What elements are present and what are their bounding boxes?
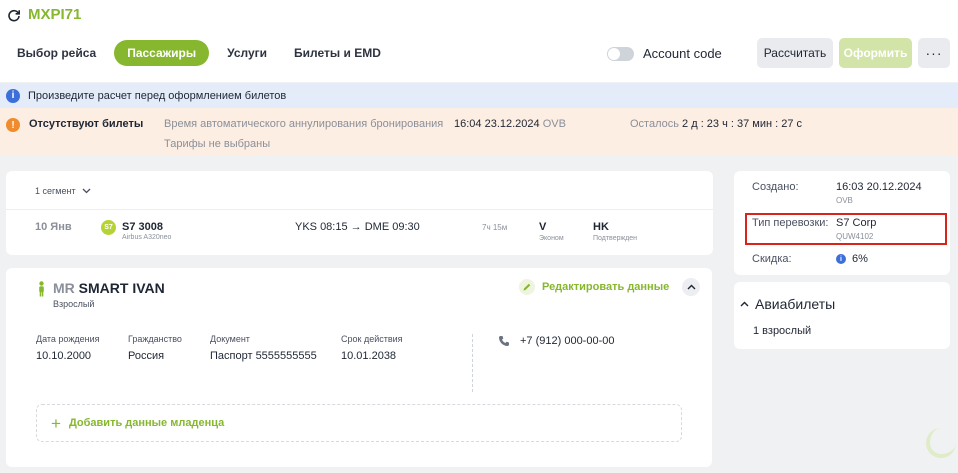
field-document: Документ Паспорт 5555555555 [210, 334, 317, 362]
segment-card: 1 сегмент 10 Янв S7 S7 3008 Airbus A320n… [6, 171, 713, 255]
discount-label: Скидка: [752, 253, 792, 265]
account-code-toggle-group: Account code [607, 46, 722, 61]
tab-flight-selection[interactable]: Выбор рейса [8, 40, 105, 66]
airline-logo: S7 [101, 220, 116, 235]
tickets-header[interactable]: Авиабилеты [740, 296, 835, 312]
refresh-icon[interactable] [6, 7, 22, 23]
vertical-divider [472, 334, 473, 392]
document-value: Паспорт 5555555555 [210, 350, 317, 362]
carriage-type-highlight [745, 213, 947, 245]
booking-class-name: Эконом [539, 235, 564, 242]
expiry-value: 10.01.2038 [341, 350, 397, 362]
time-remaining: Осталось 2 д : 23 ч : 37 мин : 27 с [630, 118, 802, 130]
birth-date-value: 10.10.2000 [36, 350, 92, 362]
aircraft-type: Airbus A320neo [122, 234, 172, 241]
citizenship-value: Россия [128, 350, 165, 362]
plus-icon: + [51, 413, 61, 433]
chevron-down-icon [82, 188, 91, 194]
tab-tickets-emd[interactable]: Билеты и EMD [285, 40, 390, 66]
info-banner-text: Произведите расчет перед оформлением бил… [28, 89, 287, 102]
tariffs-note: Тарифы не выбраны [164, 138, 271, 150]
tabs: Выбор рейса Пассажиры Услуги Билеты и EM… [8, 40, 399, 66]
passenger-full-name: SMART IVAN [78, 280, 165, 296]
segment-count-toggle[interactable]: 1 сегмент [35, 186, 91, 196]
passenger-phone: +7 (912) 000-00-00 [498, 335, 614, 347]
top-bar: MXPI71 Выбор рейса Пассажиры Услуги Биле… [0, 0, 958, 82]
info-banner: i Произведите расчет перед оформлением б… [0, 83, 958, 108]
calculate-button[interactable]: Рассчитать [757, 38, 833, 68]
citizenship-label: Гражданство [128, 334, 182, 344]
add-infant-button[interactable]: + Добавить данные младенца [36, 404, 682, 442]
route-to: DME 09:30 [364, 221, 420, 233]
info-icon: i [836, 254, 846, 265]
created-label: Создано: [752, 181, 799, 193]
account-code-label: Account code [643, 46, 722, 61]
tickets-summary: 1 взрослый [753, 325, 812, 337]
tab-services[interactable]: Услуги [218, 40, 276, 66]
route: YKS 08:15 → DME 09:30 [295, 221, 420, 233]
chevron-up-icon [740, 301, 749, 307]
created-city: OVB [836, 196, 853, 205]
time-remaining-label: Осталось [630, 118, 679, 130]
field-birth-date: Дата рождения 10.10.2000 [36, 334, 100, 362]
discount-percent: 6% [852, 253, 868, 265]
arrow-right-icon: → [350, 221, 362, 233]
auto-cancel-city: OVB [542, 118, 566, 130]
created-value: 16:03 20.12.2024 [836, 181, 922, 193]
account-code-toggle[interactable] [607, 46, 634, 61]
edit-data-label: Редактировать данные [542, 281, 670, 293]
more-options-button[interactable]: ··· [918, 38, 950, 68]
warning-icon: ! [6, 118, 20, 132]
passenger-title: MR [53, 280, 75, 296]
discount-value: i 6% [836, 253, 868, 265]
tickets-title: Авиабилеты [755, 296, 836, 312]
edit-data-button[interactable]: Редактировать данные [519, 279, 669, 295]
booking-class-code: V [539, 221, 547, 233]
document-label: Документ [210, 334, 250, 344]
segment-divider [6, 209, 713, 210]
warning-title: Отсутствуют билеты [29, 118, 144, 130]
add-infant-label: Добавить данные младенца [68, 417, 225, 429]
info-icon: i [6, 88, 20, 103]
birth-date-label: Дата рождения [36, 334, 100, 344]
chevron-up-icon [687, 284, 695, 290]
auto-cancel-time-value: 16:04 23.12.2024 [454, 118, 540, 130]
auto-cancel-label: Время автоматического аннулирования брон… [164, 118, 444, 130]
flight-duration: 7ч 15м [482, 223, 508, 232]
pencil-icon [519, 279, 535, 295]
auto-cancel-time: 16:04 23.12.2024 OVB [454, 118, 566, 130]
booking-id: MXPI71 [6, 6, 81, 23]
segment-status-name: Подтвержден [593, 235, 638, 242]
collapse-button[interactable] [682, 278, 700, 296]
warning-banner: ! Отсутствуют билеты Время автоматическо… [0, 108, 958, 156]
passenger-name: MR SMART IVAN [53, 280, 165, 296]
phone-icon [499, 336, 509, 346]
issue-button[interactable]: Оформить [839, 38, 912, 68]
passenger-card: MR SMART IVAN Взрослый Редактировать дан… [6, 268, 712, 467]
segment-date: 10 Янв [35, 221, 72, 233]
watermark-logo [926, 428, 956, 458]
expiry-label: Срок действия [341, 334, 403, 344]
person-icon [39, 281, 44, 297]
flight-number: S7 3008 [122, 221, 163, 233]
phone-number: +7 (912) 000-00-00 [520, 335, 615, 347]
segment-count-label: 1 сегмент [35, 186, 76, 196]
field-expiry: Срок действия 10.01.2038 [341, 334, 403, 362]
tab-passengers[interactable]: Пассажиры [114, 40, 210, 66]
tickets-card: Авиабилеты 1 взрослый [734, 282, 950, 349]
time-remaining-value: 2 д : 23 ч : 37 мин : 27 с [682, 118, 803, 130]
segment-status-code: HK [593, 221, 609, 233]
passenger-type: Взрослый [53, 299, 95, 309]
field-citizenship: Гражданство Россия [128, 334, 182, 362]
booking-code: MXPI71 [28, 6, 82, 23]
route-from: YKS 08:15 [295, 221, 348, 233]
